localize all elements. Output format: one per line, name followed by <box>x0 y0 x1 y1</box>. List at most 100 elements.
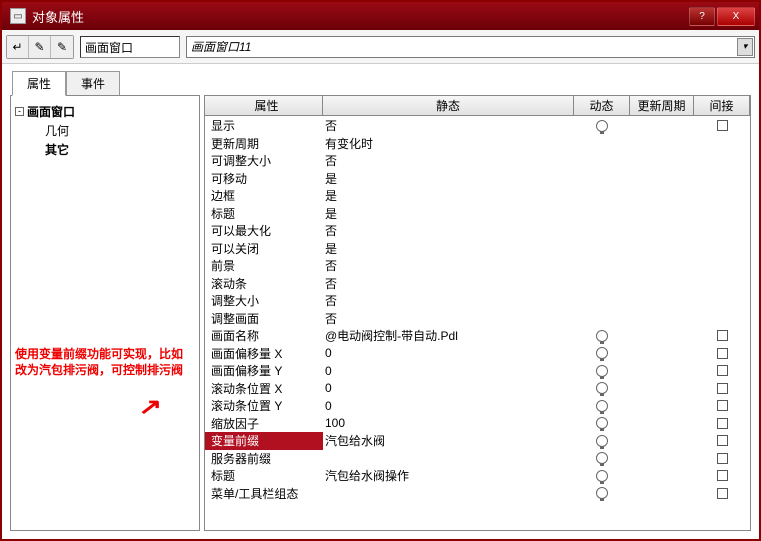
checkbox[interactable] <box>717 418 728 429</box>
table-row[interactable]: 更新周期有变化时 <box>205 135 750 153</box>
cell-dynamic[interactable] <box>574 257 630 275</box>
bulb-icon[interactable] <box>596 330 608 342</box>
title-bar[interactable]: ▭ 对象属性 ? X <box>2 2 759 30</box>
object-name-field[interactable]: 画面窗口 <box>80 36 180 58</box>
cell-dynamic[interactable] <box>574 380 630 398</box>
cell-update[interactable] <box>630 485 694 503</box>
bulb-icon[interactable] <box>596 347 608 359</box>
cell-dynamic[interactable] <box>574 152 630 170</box>
cell-dynamic[interactable] <box>574 450 630 468</box>
checkbox[interactable] <box>717 120 728 131</box>
cell-dynamic[interactable] <box>574 222 630 240</box>
cell-static[interactable] <box>323 450 574 468</box>
table-row[interactable]: 服务器前缀 <box>205 450 750 468</box>
table-row[interactable]: 菜单/工具栏组态 <box>205 485 750 503</box>
cell-indirect[interactable] <box>694 170 750 188</box>
table-row[interactable]: 滚动条位置 X0 <box>205 380 750 398</box>
checkbox[interactable] <box>717 365 728 376</box>
bulb-icon[interactable] <box>596 487 608 499</box>
chevron-down-icon[interactable]: ▾ <box>737 38 753 56</box>
cell-dynamic[interactable] <box>574 485 630 503</box>
cell-static[interactable]: 否 <box>323 152 574 170</box>
cell-dynamic[interactable] <box>574 345 630 363</box>
cell-static[interactable]: 是 <box>323 205 574 223</box>
col-header-attr[interactable]: 属性 <box>205 96 323 115</box>
table-row[interactable]: 调整大小否 <box>205 292 750 310</box>
cell-dynamic[interactable] <box>574 135 630 153</box>
cell-static[interactable] <box>323 485 574 503</box>
cell-dynamic[interactable] <box>574 170 630 188</box>
cell-dynamic[interactable] <box>574 117 630 135</box>
tool-btn-3[interactable]: ✎ <box>51 36 73 58</box>
cell-static[interactable]: 100 <box>323 415 574 433</box>
cell-update[interactable] <box>630 257 694 275</box>
table-row[interactable]: 标题汽包给水阀操作 <box>205 467 750 485</box>
cell-indirect[interactable] <box>694 257 750 275</box>
cell-update[interactable] <box>630 292 694 310</box>
cell-static[interactable]: 是 <box>323 240 574 258</box>
cell-static[interactable]: 汽包给水阀操作 <box>323 467 574 485</box>
cell-indirect[interactable] <box>694 310 750 328</box>
bulb-icon[interactable] <box>596 417 608 429</box>
col-header-update[interactable]: 更新周期 <box>630 96 694 115</box>
cell-update[interactable] <box>630 397 694 415</box>
cell-indirect[interactable] <box>694 275 750 293</box>
cell-static[interactable]: 有变化时 <box>323 135 574 153</box>
checkbox[interactable] <box>717 348 728 359</box>
cell-indirect[interactable] <box>694 467 750 485</box>
cell-update[interactable] <box>630 310 694 328</box>
bulb-icon[interactable] <box>596 435 608 447</box>
cell-dynamic[interactable] <box>574 275 630 293</box>
tree-root-row[interactable]: - 画面窗口 <box>15 102 195 121</box>
cell-dynamic[interactable] <box>574 240 630 258</box>
table-row[interactable]: 画面偏移量 Y0 <box>205 362 750 380</box>
cell-dynamic[interactable] <box>574 187 630 205</box>
cell-update[interactable] <box>630 467 694 485</box>
cell-indirect[interactable] <box>694 397 750 415</box>
close-button[interactable]: X <box>717 7 755 26</box>
col-header-static[interactable]: 静态 <box>323 96 574 115</box>
cell-dynamic[interactable] <box>574 362 630 380</box>
col-header-dynamic[interactable]: 动态 <box>574 96 630 115</box>
cell-dynamic[interactable] <box>574 397 630 415</box>
cell-indirect[interactable] <box>694 380 750 398</box>
object-selector[interactable]: 画面窗口11 ▾ <box>186 36 755 58</box>
cell-static[interactable]: 0 <box>323 397 574 415</box>
table-row[interactable]: 画面名称@电动阀控制-带自动.Pdl <box>205 327 750 345</box>
table-row[interactable]: 缩放因子100 <box>205 415 750 433</box>
cell-update[interactable] <box>630 222 694 240</box>
cell-static[interactable]: 否 <box>323 275 574 293</box>
cell-dynamic[interactable] <box>574 467 630 485</box>
cell-indirect[interactable] <box>694 432 750 450</box>
table-row[interactable]: 标题是 <box>205 205 750 223</box>
collapse-icon[interactable]: - <box>15 107 24 116</box>
tool-btn-2[interactable]: ✎ <box>29 36 51 58</box>
cell-update[interactable] <box>630 117 694 135</box>
cell-dynamic[interactable] <box>574 415 630 433</box>
cell-indirect[interactable] <box>694 415 750 433</box>
bulb-icon[interactable] <box>596 382 608 394</box>
cell-indirect[interactable] <box>694 152 750 170</box>
cell-indirect[interactable] <box>694 117 750 135</box>
bulb-icon[interactable] <box>596 452 608 464</box>
table-row[interactable]: 可以关闭是 <box>205 240 750 258</box>
cell-static[interactable]: 否 <box>323 292 574 310</box>
table-row[interactable]: 可以最大化否 <box>205 222 750 240</box>
cell-update[interactable] <box>630 380 694 398</box>
cell-static[interactable]: 否 <box>323 222 574 240</box>
cell-static[interactable]: 0 <box>323 362 574 380</box>
cell-update[interactable] <box>630 415 694 433</box>
checkbox[interactable] <box>717 453 728 464</box>
table-row[interactable]: 调整画面否 <box>205 310 750 328</box>
table-row[interactable]: 画面偏移量 X0 <box>205 345 750 363</box>
table-row[interactable]: 显示否 <box>205 117 750 135</box>
table-row[interactable]: 可调整大小否 <box>205 152 750 170</box>
cell-update[interactable] <box>630 345 694 363</box>
cell-dynamic[interactable] <box>574 310 630 328</box>
cell-update[interactable] <box>630 170 694 188</box>
bulb-icon[interactable] <box>596 470 608 482</box>
tab-events[interactable]: 事件 <box>66 71 120 96</box>
table-row[interactable]: 可移动是 <box>205 170 750 188</box>
cell-indirect[interactable] <box>694 187 750 205</box>
cell-indirect[interactable] <box>694 135 750 153</box>
